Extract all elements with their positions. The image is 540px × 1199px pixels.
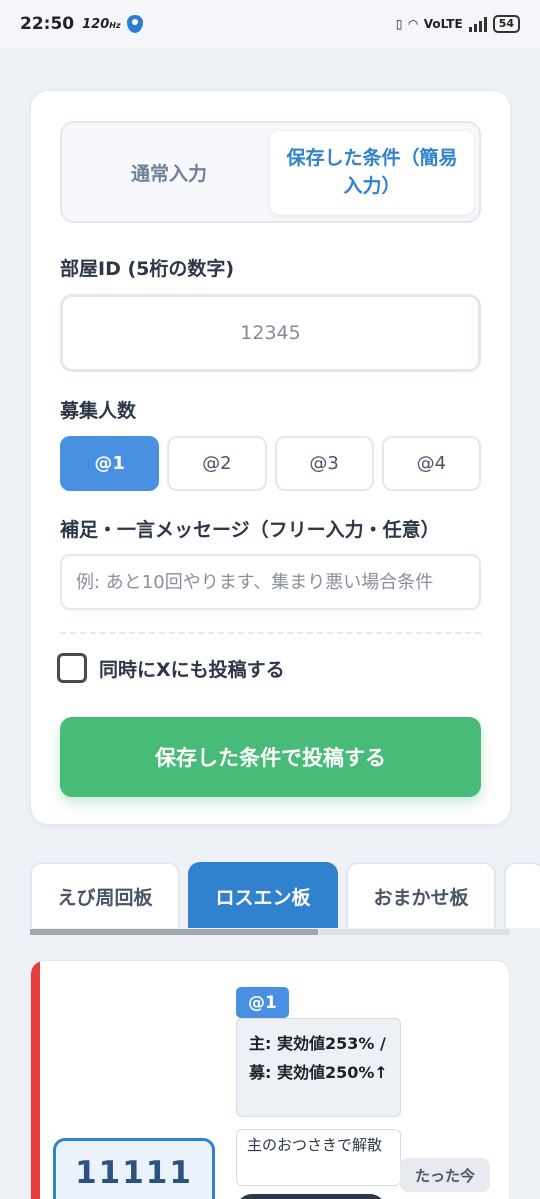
status-icons: ▯ ◠ VoLTE 54 <box>396 15 520 33</box>
vibrate-icon: ▯ <box>395 17 403 31</box>
location-icon <box>126 15 143 33</box>
time-badge: たった今 <box>400 1158 490 1192</box>
message-input[interactable] <box>60 554 481 610</box>
people-option-3[interactable]: @3 <box>274 436 374 491</box>
wifi-icon: ◠ <box>408 17 418 31</box>
people-count-selector: @1 @2 @3 @4 <box>60 436 481 491</box>
condition-box: 主: 実効値253% / 募: 実効値250%↑ <box>236 1018 401 1117</box>
refresh-rate-indicator: 120Hz <box>82 16 121 32</box>
note-box: 主のおつさきで解散 <box>236 1129 401 1186</box>
tab-ebi-board[interactable]: えび周回板 <box>30 862 180 928</box>
status-time: 22:50 <box>20 14 75 34</box>
signal-icon <box>468 16 487 32</box>
status-bar: 22:50 120Hz ▯ ◠ VoLTE 54 <box>0 0 540 48</box>
post-to-x-checkbox[interactable] <box>57 653 87 683</box>
tab-saved-conditions[interactable]: 保存した条件（簡易入力） <box>270 131 474 215</box>
submit-saved-button[interactable]: 保存した条件で投稿する <box>60 717 481 797</box>
tab-omakase-board[interactable]: おまかせ板 <box>346 862 496 928</box>
input-mode-toggle: 通常入力 保存した条件（簡易入力） <box>60 121 481 223</box>
room-id-copy-box[interactable]: 11111 <box>53 1138 215 1199</box>
post-to-x-option[interactable]: 同時にXにも投稿する <box>57 653 285 683</box>
network-label: VoLTE <box>423 17 463 31</box>
post-to-x-label: 同時にXにも投稿する <box>99 658 285 681</box>
people-count-label: 募集人数 <box>60 400 137 422</box>
people-option-1[interactable]: @1 <box>60 436 160 491</box>
people-option-2[interactable]: @2 <box>167 436 267 491</box>
board-tabs: えび周回板 ロスエン板 おまかせ板 <box>30 862 540 928</box>
post-card[interactable]: @1 主: 実効値253% / 募: 実効値250%↑ 主のおつさきで解散 たっ… <box>30 960 510 1199</box>
tab-normal-input[interactable]: 通常入力 <box>70 131 268 213</box>
tabs-scrollbar-thumb[interactable] <box>30 929 318 935</box>
room-id-label: 部屋ID (5桁の数字) <box>60 258 235 280</box>
divider <box>60 632 481 634</box>
people-badge: @1 <box>236 987 289 1018</box>
battery-icon: 54 <box>492 15 520 33</box>
post-form-card: 通常入力 保存した条件（簡易入力） 部屋ID (5桁の数字) 募集人数 @1 @… <box>30 90 511 825</box>
post-accent-stripe <box>31 961 40 1199</box>
tab-next-board[interactable] <box>504 862 540 928</box>
room-id-input[interactable] <box>60 294 481 372</box>
post-action-button[interactable] <box>236 1194 386 1199</box>
message-label: 補足・一言メッセージ（フリー入力・任意） <box>60 519 440 541</box>
tab-losen-board[interactable]: ロスエン板 <box>188 862 338 928</box>
people-option-4[interactable]: @4 <box>381 436 481 491</box>
